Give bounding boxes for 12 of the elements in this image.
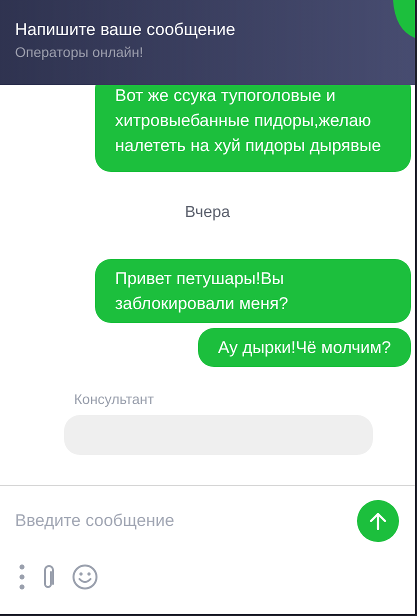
more-icon[interactable] [18, 564, 26, 590]
outgoing-message: Привет петушары!Вы заблокировали меня? [95, 259, 411, 323]
header-subtitle: Операторы онлайн! [15, 43, 144, 62]
header-title: Напишите ваше сообщение [15, 19, 236, 41]
message-input[interactable]: Введите сообщение [15, 506, 357, 536]
sender-name: Консультант [74, 390, 154, 408]
date-separator: Вчера [184, 203, 230, 223]
arrow-up-icon [368, 511, 388, 531]
send-button[interactable] [357, 500, 399, 542]
outgoing-message: Ау дырки!Чё молчим? [198, 328, 411, 367]
smiley-icon[interactable] [72, 564, 98, 590]
outgoing-message: Вот же ссука тупоголовые и хитровыебанные пидоры,желаю налететь на хуй пидоры дырявые [95, 85, 411, 172]
